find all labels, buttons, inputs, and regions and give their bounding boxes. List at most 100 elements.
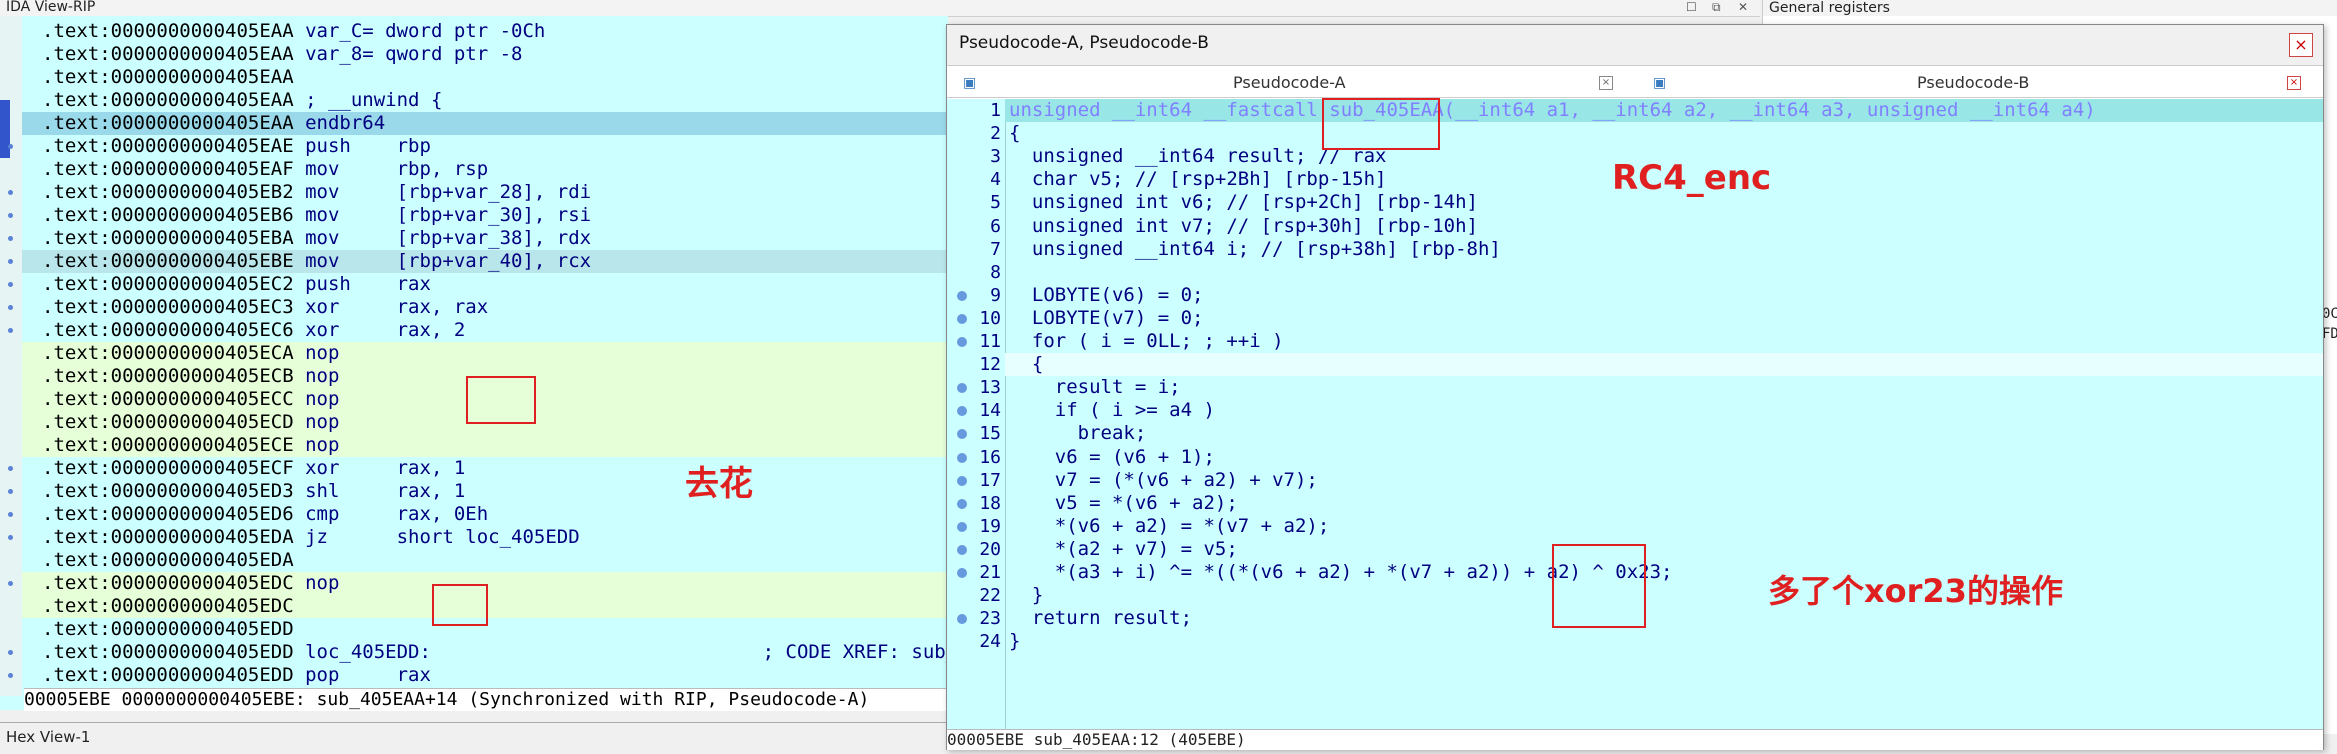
- disasm-address: .text:0000000000405EAE: [42, 135, 294, 157]
- disasm-line[interactable]: .text:0000000000405EDD pop rax: [42, 664, 431, 687]
- pseudocode-line[interactable]: if ( i >= a4 ): [1009, 399, 1215, 422]
- disasm-instruction: mov [rbp+var_28], rdi: [293, 181, 592, 203]
- disasm-instruction: xor rax, 1: [293, 457, 466, 479]
- close-button[interactable]: ×: [2289, 33, 2313, 57]
- pseudocode-line[interactable]: break;: [1009, 422, 1147, 445]
- pseudocode-line[interactable]: LOBYTE(v7) = 0;: [1009, 307, 1204, 330]
- pseudocode-line[interactable]: unsigned int v7; // [rsp+30h] [rbp-10h]: [1009, 215, 1478, 238]
- tab-a-close-icon[interactable]: ×: [1599, 76, 1613, 90]
- breakpoint-dot[interactable]: [957, 475, 967, 486]
- hex-view-label: Hex View-1: [6, 728, 91, 746]
- disasm-line[interactable]: .text:0000000000405EBE mov [rbp+var_40],…: [42, 250, 591, 273]
- disasm-address: .text:0000000000405EAA: [42, 20, 294, 42]
- breakpoint-dot[interactable]: [957, 452, 967, 463]
- breakpoint-dot[interactable]: [957, 337, 967, 347]
- line-number: 3: [990, 146, 1001, 168]
- disasm-address: .text:0000000000405ED3: [42, 480, 294, 502]
- disasm-address: .text:0000000000405EAA: [42, 66, 294, 88]
- disasm-line[interactable]: .text:0000000000405ED6 cmp rax, 0Eh: [42, 503, 488, 526]
- breakpoint-dot[interactable]: [957, 313, 967, 324]
- disasm-line[interactable]: .text:0000000000405EBA mov [rbp+var_38],…: [42, 227, 591, 250]
- pseudocode-line[interactable]: unsigned __int64 i; // [rsp+38h] [rbp-8h…: [1009, 238, 1501, 261]
- disasm-line[interactable]: .text:0000000000405EDC nop: [42, 572, 339, 595]
- ida-view-titlebar: IDA View-RIP: [0, 0, 1760, 17]
- pseudocode-tabs: ▣ Pseudocode-A × ▣ Pseudocode-B ×: [947, 69, 2323, 98]
- disasm-instruction: push rax: [293, 273, 431, 295]
- breakpoint-dot[interactable]: [957, 521, 967, 532]
- disasm-line[interactable]: .text:0000000000405ECD nop: [42, 411, 339, 434]
- tab-b-close-icon[interactable]: ×: [2287, 76, 2301, 90]
- disasm-line[interactable]: .text:0000000000405EC2 push rax: [42, 273, 431, 296]
- tab-pseudocode-a[interactable]: Pseudocode-A: [1233, 69, 1346, 97]
- disasm-line[interactable]: .text:0000000000405ECA nop: [42, 342, 339, 365]
- disasm-line[interactable]: .text:0000000000405EAF mov rbp, rsp: [42, 158, 488, 181]
- pseudocode-line[interactable]: v7 = (*(v6 + a2) + v7);: [1009, 469, 1318, 492]
- pseudocode-line[interactable]: unsigned __int64 __fastcall sub_405EAA(_…: [1009, 99, 2096, 122]
- tab-pseudocode-b[interactable]: Pseudocode-B: [1917, 69, 2029, 97]
- disasm-line[interactable]: .text:0000000000405EAA var_8= qword ptr …: [42, 43, 522, 66]
- disasm-line[interactable]: .text:0000000000405EAA ; __unwind {: [42, 89, 442, 112]
- registers-panel-header: General registers: [1762, 0, 2337, 16]
- disasm-line[interactable]: .text:0000000000405ECB nop: [42, 365, 339, 388]
- line-number: 11: [979, 331, 1001, 352]
- breakpoint-dot[interactable]: [957, 498, 967, 509]
- pseudocode-line[interactable]: LOBYTE(v6) = 0;: [1009, 284, 1204, 307]
- pseudocode-line[interactable]: v5 = *(v6 + a2);: [1009, 492, 1238, 515]
- disasm-line[interactable]: .text:0000000000405ED3 shl rax, 1: [42, 480, 465, 503]
- disasm-line[interactable]: .text:0000000000405EDD: [42, 618, 294, 641]
- pseudocode-line[interactable]: return result;: [1009, 607, 1192, 630]
- pseudocode-line[interactable]: char v5; // [rsp+2Bh] [rbp-15h]: [1009, 168, 1387, 191]
- line-number: 10: [979, 307, 1001, 329]
- disasm-instruction: pop rax: [293, 664, 431, 686]
- pseudocode-window[interactable]: Pseudocode-A, Pseudocode-B × ▣ Pseudocod…: [946, 24, 2324, 750]
- disasm-line[interactable]: .text:0000000000405EAA: [42, 66, 294, 89]
- pseudocode-line[interactable]: result = i;: [1009, 376, 1181, 399]
- registers-title: General registers: [1769, 0, 1890, 16]
- disasm-line[interactable]: .text:0000000000405EC3 xor rax, rax: [42, 296, 488, 319]
- disasm-line[interactable]: .text:0000000000405EDA jz short loc_405E…: [42, 526, 580, 549]
- disasm-instruction: xor rax, 2: [293, 319, 466, 341]
- disasm-line[interactable]: .text:0000000000405EB2 mov [rbp+var_28],…: [42, 181, 591, 204]
- line-marker-dot: [8, 282, 13, 287]
- disasm-line[interactable]: .text:0000000000405EDC: [42, 595, 294, 618]
- restore-icon[interactable]: ☐: [1686, 0, 1702, 14]
- line-number: 21: [979, 562, 1001, 583]
- disasm-address: .text:0000000000405ECA: [42, 342, 294, 364]
- annotation-rc4: RC4_enc: [1612, 158, 1772, 198]
- disasm-line[interactable]: .text:0000000000405EDA: [42, 549, 294, 572]
- float-icon[interactable]: ⧉: [1712, 0, 1728, 14]
- pseudocode-line[interactable]: *(a2 + v7) = v5;: [1009, 538, 1238, 561]
- disasm-line[interactable]: .text:0000000000405ECE nop: [42, 434, 339, 457]
- pseudocode-line[interactable]: {: [1009, 122, 1020, 145]
- pseudocode-line[interactable]: }: [1009, 584, 1043, 607]
- disasm-line[interactable]: .text:0000000000405EAA endbr64: [42, 112, 385, 135]
- pseudocode-line[interactable]: *(v6 + a2) = *(v7 + a2);: [1009, 515, 1330, 538]
- line-number: 14: [979, 400, 1001, 422]
- pseudocode-line[interactable]: for ( i = 0LL; ; ++i ): [1009, 330, 1284, 353]
- pseudocode-line[interactable]: {: [1009, 353, 1043, 376]
- hex-view-tab[interactable]: Hex View-1: [0, 722, 948, 751]
- disasm-line[interactable]: .text:0000000000405EAE push rbp: [42, 135, 431, 158]
- line-number: 8: [990, 261, 1001, 283]
- close-icon[interactable]: ✕: [1738, 0, 1754, 14]
- disasm-address: .text:0000000000405ECB: [42, 365, 294, 387]
- side-tab[interactable]: [0, 100, 10, 158]
- disasm-line[interactable]: .text:0000000000405ECC nop: [42, 388, 339, 411]
- line-number: 4: [990, 169, 1001, 191]
- register-edge-text-1: 0C: [2322, 306, 2337, 322]
- line-number: 22: [979, 585, 1001, 607]
- breakpoint-dot[interactable]: [957, 544, 967, 555]
- pseudocode-line[interactable]: }: [1009, 630, 1020, 653]
- disasm-line[interactable]: .text:0000000000405EDD loc_405EDD: ; COD…: [42, 641, 948, 664]
- disasm-line[interactable]: .text:0000000000405ECF xor rax, 1: [42, 457, 465, 480]
- disasm-line[interactable]: .text:0000000000405EC6 xor rax, 2: [42, 319, 465, 342]
- pseudocode-line[interactable]: unsigned int v6; // [rsp+2Ch] [rbp-14h]: [1009, 191, 1478, 214]
- breakpoint-dot[interactable]: [957, 290, 967, 301]
- disasm-line[interactable]: .text:0000000000405EB6 mov [rbp+var_30],…: [42, 204, 591, 227]
- disasm-address: .text:0000000000405EB6: [42, 204, 294, 226]
- disasm-line[interactable]: .text:0000000000405EAA var_C= dword ptr …: [42, 20, 545, 43]
- breakpoint-dot[interactable]: [957, 568, 967, 578]
- pseudocode-line[interactable]: v6 = (v6 + 1);: [1009, 446, 1215, 469]
- line-marker-dot: [8, 466, 13, 471]
- disasm-instruction: mov [rbp+var_38], rdx: [293, 227, 592, 249]
